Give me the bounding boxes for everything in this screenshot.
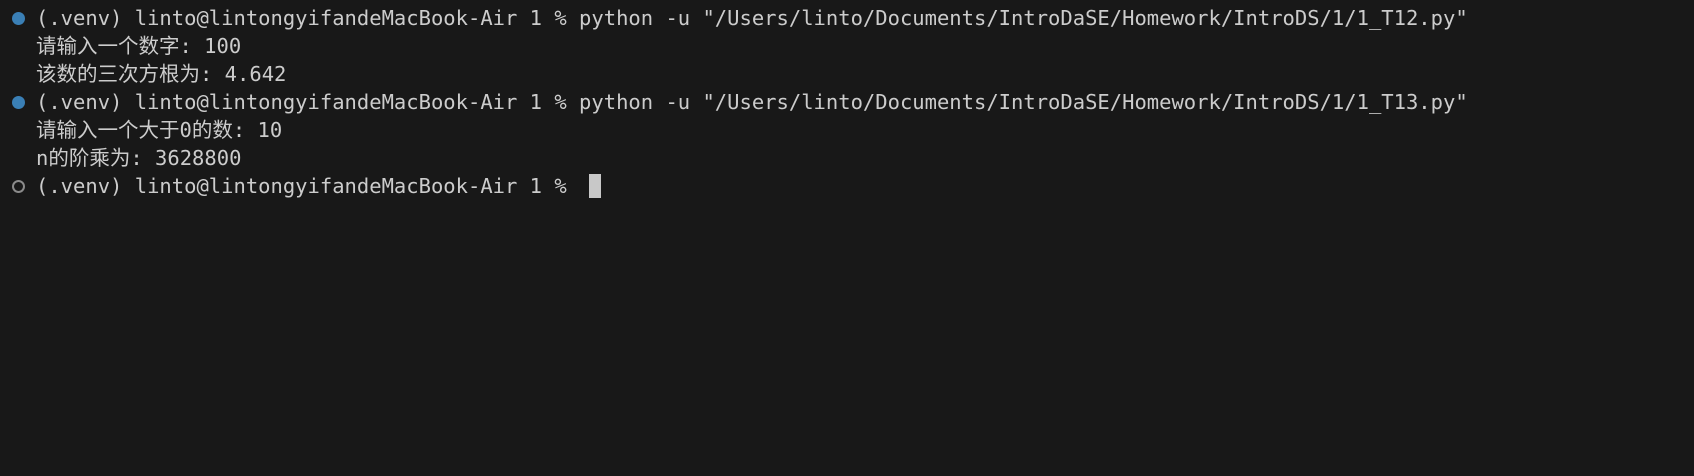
command-text: (.venv) linto@lintongyifandeMacBook-Air … bbox=[36, 90, 1468, 114]
command-success-dot-icon[interactable] bbox=[11, 11, 25, 25]
terminal-line-output: 请输入一个数字: 100 bbox=[0, 32, 1694, 60]
terminal-line-output: n的阶乘为: 3628800 bbox=[0, 144, 1694, 172]
output-text: 请输入一个数字: 100 bbox=[36, 34, 242, 58]
terminal-line-output: 该数的三次方根为: 4.642 bbox=[0, 60, 1694, 88]
terminal-line-output: 请输入一个大于0的数: 10 bbox=[0, 116, 1694, 144]
command-decoration[interactable] bbox=[0, 88, 36, 116]
gutter-empty bbox=[0, 32, 36, 60]
gutter-empty bbox=[0, 116, 36, 144]
command-text: (.venv) linto@lintongyifandeMacBook-Air … bbox=[36, 6, 1468, 30]
terminal-line-command: (.venv) linto@lintongyifandeMacBook-Air … bbox=[0, 88, 1694, 116]
prompt-text: (.venv) linto@lintongyifandeMacBook-Air … bbox=[36, 174, 580, 198]
terminal-line-prompt[interactable]: (.venv) linto@lintongyifandeMacBook-Air … bbox=[0, 172, 1694, 200]
command-pending-dot-icon[interactable] bbox=[11, 179, 25, 193]
command-success-dot-icon[interactable] bbox=[11, 95, 25, 109]
gutter-empty bbox=[0, 144, 36, 172]
command-decoration[interactable] bbox=[0, 4, 36, 32]
terminal-line-command: (.venv) linto@lintongyifandeMacBook-Air … bbox=[0, 4, 1694, 32]
output-text: n的阶乘为: 3628800 bbox=[36, 146, 242, 170]
text-cursor bbox=[589, 174, 602, 198]
gutter-empty bbox=[0, 60, 36, 88]
command-decoration[interactable] bbox=[0, 172, 36, 200]
output-text: 该数的三次方根为: 4.642 bbox=[36, 62, 287, 86]
terminal-panel[interactable]: (.venv) linto@lintongyifandeMacBook-Air … bbox=[0, 0, 1694, 476]
output-text: 请输入一个大于0的数: 10 bbox=[36, 118, 283, 142]
